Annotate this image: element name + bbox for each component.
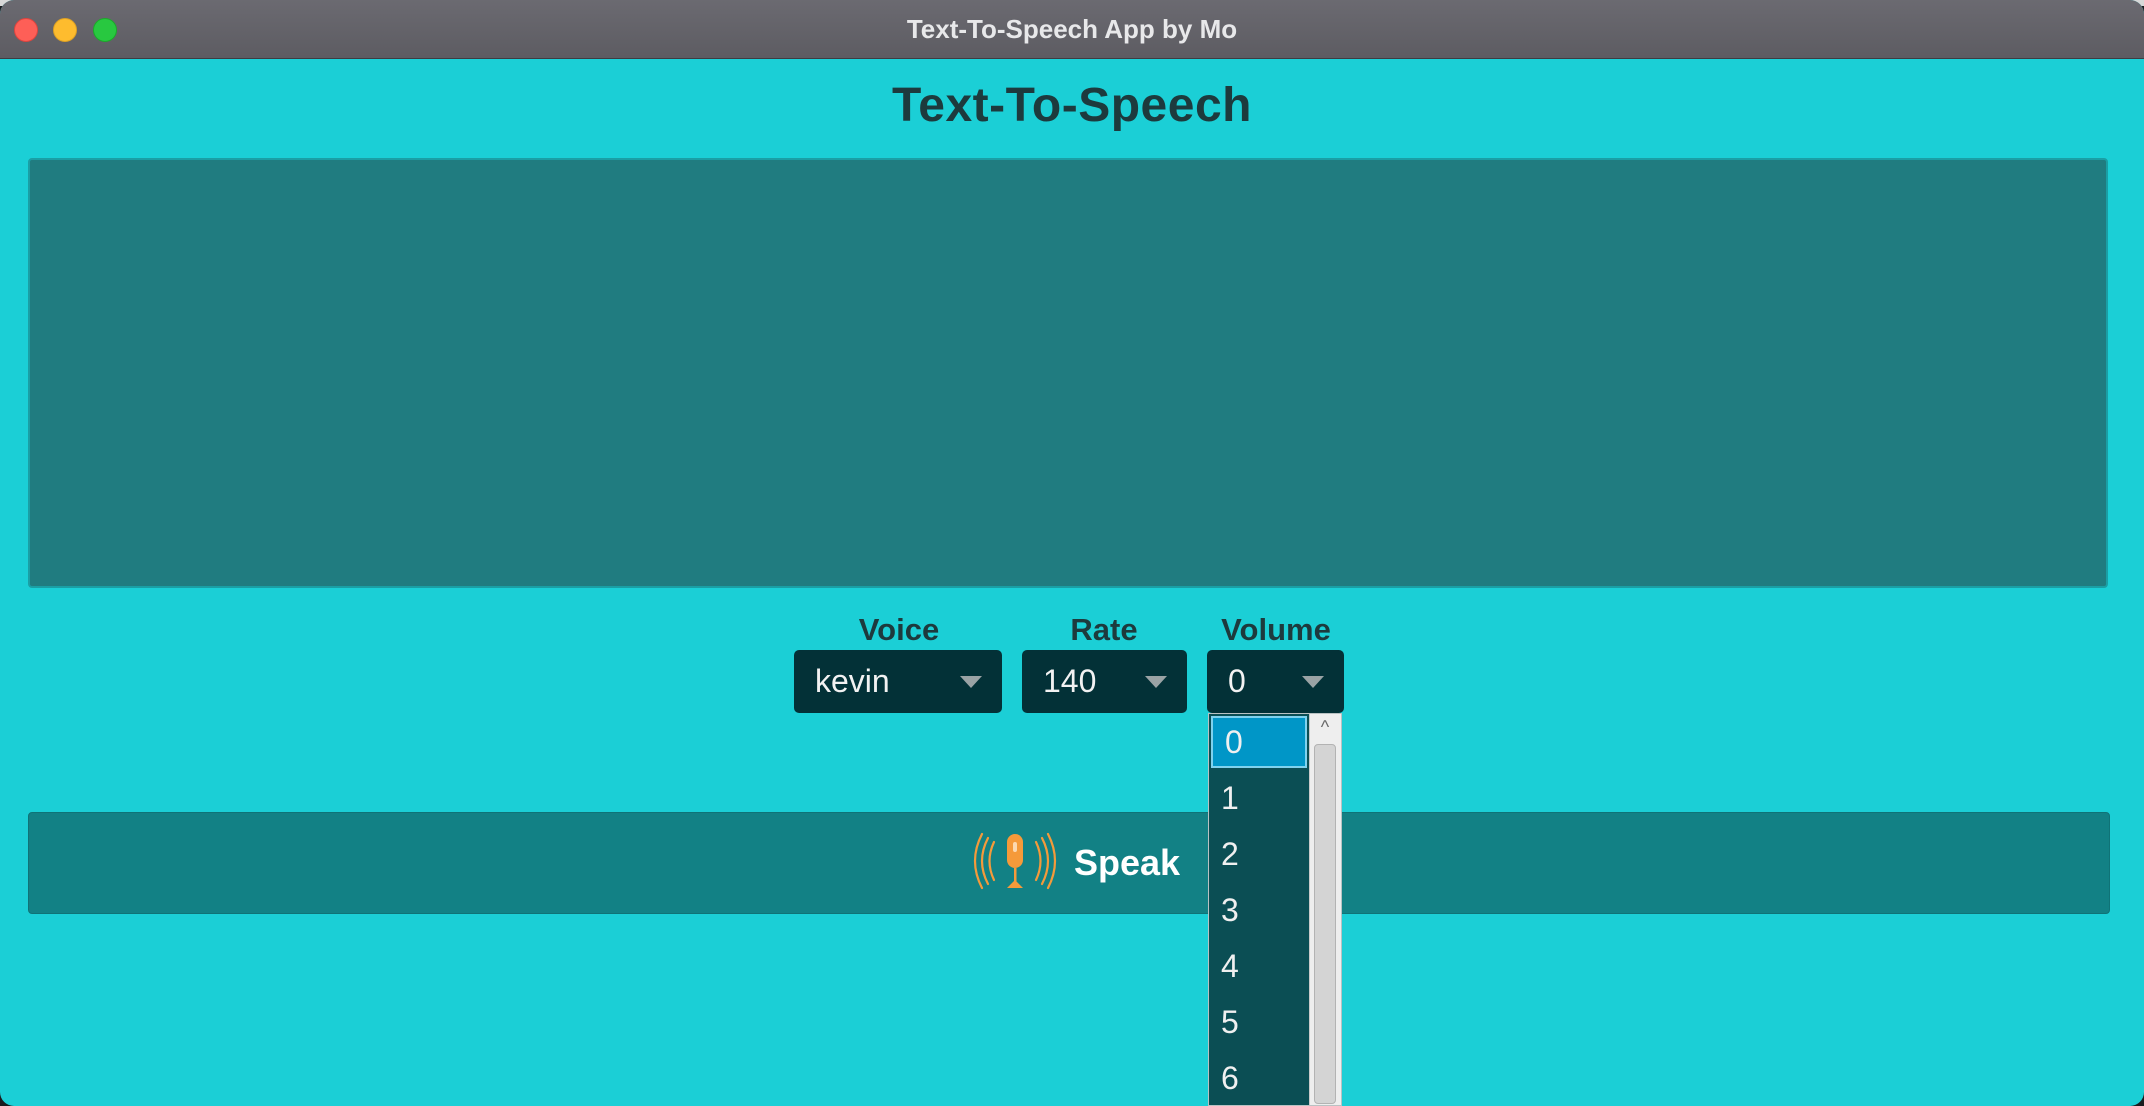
volume-select-value: 0 (1228, 663, 1246, 699)
volume-option-3[interactable]: 3 (1209, 882, 1309, 938)
scrollbar-thumb[interactable] (1314, 744, 1336, 1104)
rate-select[interactable]: 140 (1022, 650, 1187, 713)
window-title: Text-To-Speech App by Mo (906, 14, 1238, 44)
volume-option-4[interactable]: 4 (1209, 938, 1309, 994)
voice-select[interactable]: kevin (794, 650, 1002, 713)
text-input-area[interactable] (28, 158, 2108, 588)
volume-dropdown-list[interactable]: 0 1 2 3 4 5 6 ^ (1208, 713, 1342, 1106)
scroll-up-arrow-icon[interactable]: ^ (1314, 718, 1336, 736)
title-bar[interactable]: Text-To-Speech App by Mo (0, 0, 2144, 59)
voice-label: Voice (858, 612, 940, 647)
chevron-down-icon (1145, 676, 1167, 688)
volume-label: Volume (1221, 612, 1331, 647)
speak-button-content[interactable]: Speak (970, 832, 1180, 894)
volume-option-5[interactable]: 5 (1209, 994, 1309, 1050)
speak-button-label: Speak (1074, 842, 1181, 883)
rate-select-value: 140 (1043, 663, 1097, 699)
dropdown-scrollbar[interactable]: ^ (1309, 714, 1341, 1105)
volume-option-1[interactable]: 1 (1209, 770, 1309, 826)
voice-select-value: kevin (815, 663, 890, 699)
app-window: Text-To-Speech App by Mo Text-To-Speech … (0, 0, 2144, 1106)
microphone-broadcast-icon (970, 830, 1060, 897)
volume-option-2[interactable]: 2 (1209, 826, 1309, 882)
volume-select[interactable]: 0 (1207, 650, 1344, 713)
chevron-down-icon (960, 676, 982, 688)
volume-option-0[interactable]: 0 (1211, 716, 1307, 768)
rate-label: Rate (1070, 612, 1138, 647)
volume-options: 0 1 2 3 4 5 6 (1209, 714, 1309, 1105)
volume-option-6[interactable]: 6 (1209, 1050, 1309, 1105)
page-title: Text-To-Speech (892, 79, 1252, 132)
chevron-down-icon (1302, 676, 1324, 688)
